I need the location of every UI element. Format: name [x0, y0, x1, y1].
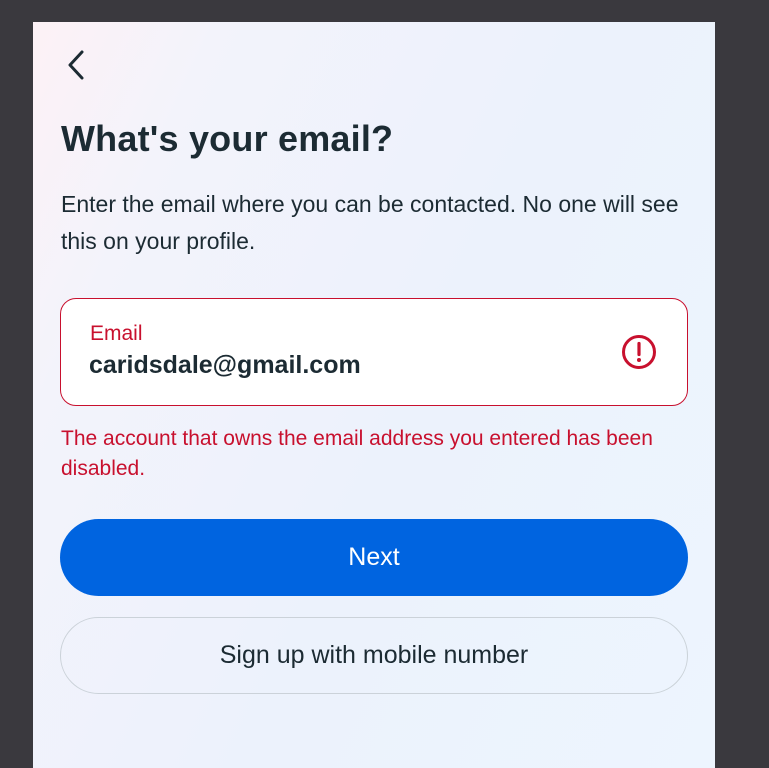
email-input[interactable] — [89, 351, 589, 380]
page-description: Enter the email where you can be contact… — [61, 191, 679, 254]
back-button[interactable] — [61, 48, 91, 82]
signup-panel: What's your email? Enter the email where… — [33, 22, 715, 768]
email-field[interactable]: Email — [60, 298, 688, 406]
alert-circle-icon — [622, 335, 656, 369]
email-error-message: The account that owns the email address … — [61, 427, 653, 480]
email-field-label: Email — [90, 322, 143, 345]
page-title: What's your email? — [61, 118, 394, 159]
next-button[interactable]: Next — [60, 519, 688, 596]
sign-up-with-mobile-button[interactable]: Sign up with mobile number — [60, 617, 688, 694]
chevron-left-icon — [68, 50, 84, 80]
